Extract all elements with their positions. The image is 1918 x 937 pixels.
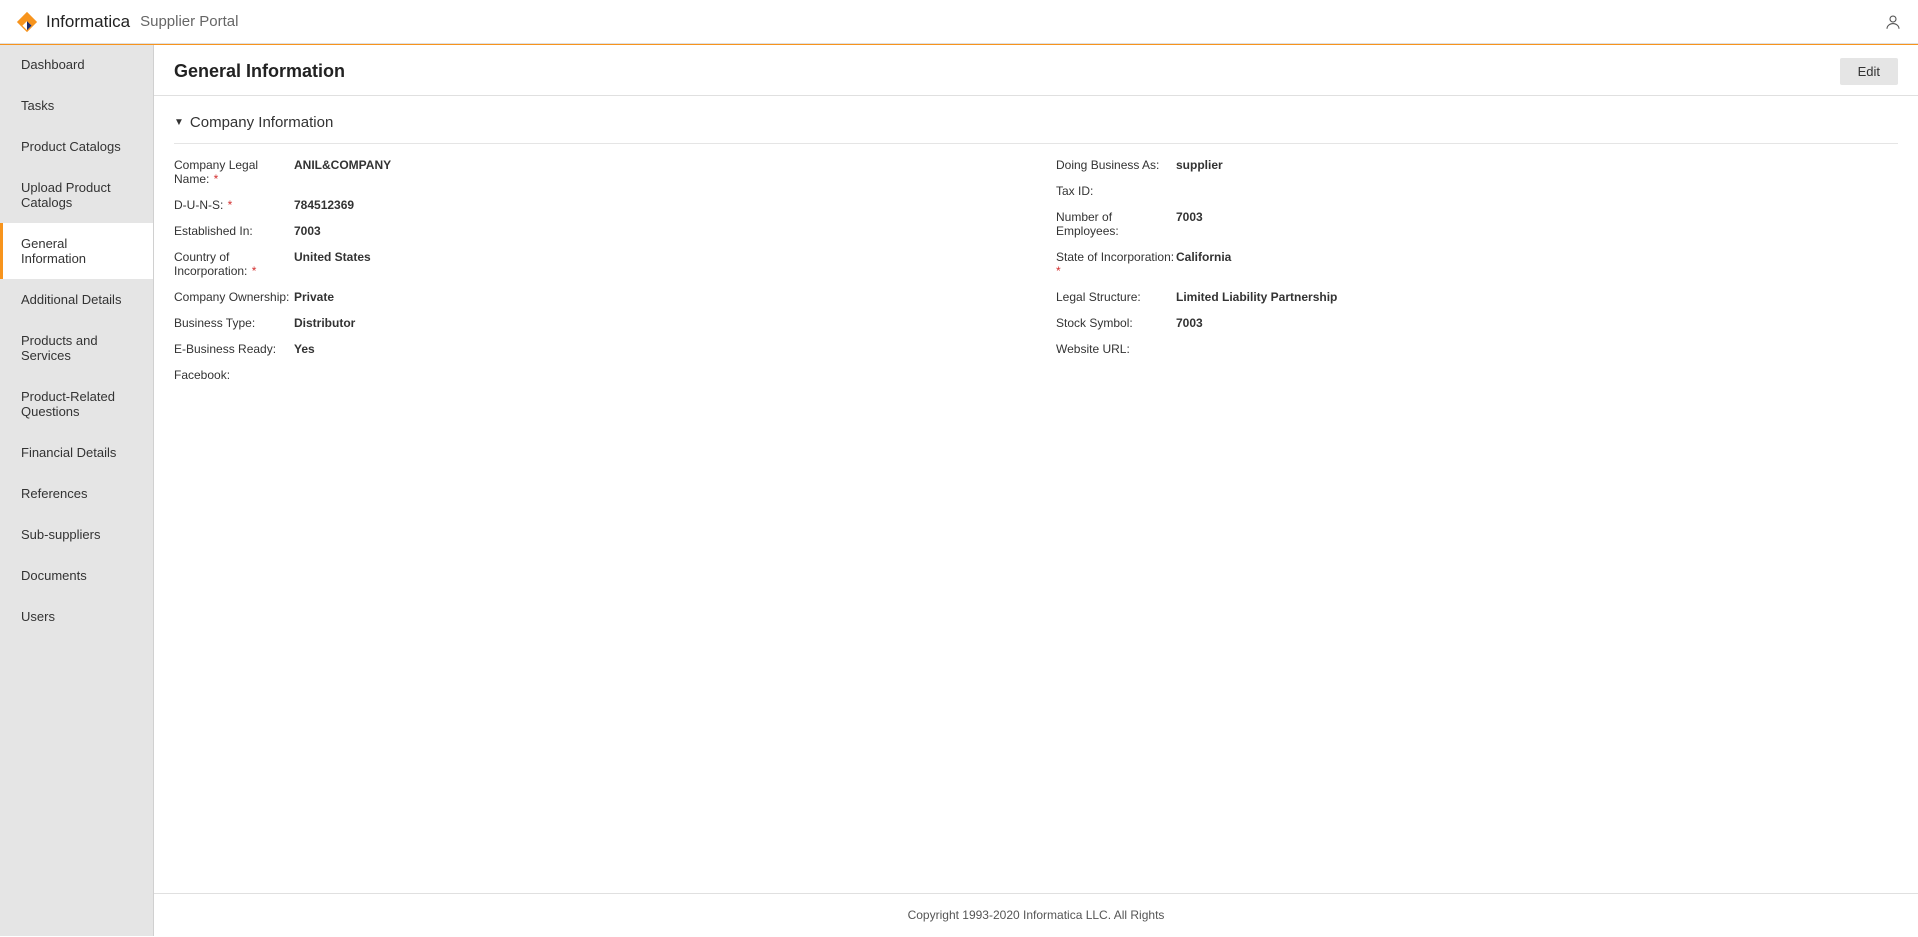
field-row: D-U-N-S: *784512369 — [174, 198, 1016, 212]
required-mark: * — [1056, 264, 1061, 278]
field-value: Distributor — [294, 316, 355, 330]
field-value: Private — [294, 290, 334, 304]
field-label: Company Legal Name: * — [174, 158, 294, 186]
user-icon[interactable] — [1884, 13, 1902, 31]
field-value: 784512369 — [294, 198, 354, 212]
field-row: State of Incorporation: *California — [1056, 250, 1898, 278]
field-row: Stock Symbol:7003 — [1056, 316, 1898, 330]
field-label: Number of Employees: — [1056, 210, 1176, 238]
field-label: State of Incorporation: * — [1056, 250, 1176, 278]
sidebar-item-label: References — [21, 486, 87, 501]
field-row: Number of Employees:7003 — [1056, 210, 1898, 238]
sidebar-item-label: Sub-suppliers — [21, 527, 101, 542]
section-title: Company Information — [190, 114, 333, 131]
required-mark: * — [248, 264, 256, 278]
field-label: Business Type: — [174, 316, 294, 330]
field-label: Company Ownership: — [174, 290, 294, 304]
brand-name: Informatica — [46, 12, 130, 32]
field-row: Doing Business As:supplier — [1056, 158, 1898, 172]
field-row: Established In:7003 — [174, 224, 1016, 238]
informatica-logo-icon — [16, 11, 38, 33]
field-label: Legal Structure: — [1056, 290, 1176, 304]
field-label: Stock Symbol: — [1056, 316, 1176, 330]
sidebar: Dashboard Tasks Product Catalogs Upload Pro… — [0, 44, 154, 936]
required-mark: * — [224, 198, 232, 212]
sidebar-item-tasks[interactable]: Tasks — [0, 85, 153, 126]
sidebar-item-users[interactable]: Users — [0, 596, 153, 637]
sidebar-item-references[interactable]: References — [0, 473, 153, 514]
sidebar-item-label: Product-Related Questions — [21, 389, 115, 419]
app-header: Informatica Supplier Portal — [0, 0, 1918, 44]
field-value: Yes — [294, 342, 315, 356]
brand-logo: Informatica — [16, 11, 130, 33]
field-label: Facebook: — [174, 368, 294, 382]
field-value: ANIL&COMPANY — [294, 158, 391, 186]
field-label: E-Business Ready: — [174, 342, 294, 356]
sidebar-item-label: Financial Details — [21, 445, 116, 460]
section-toggle[interactable]: ▼ Company Information — [174, 114, 1898, 144]
sidebar-item-dashboard[interactable]: Dashboard — [0, 44, 153, 85]
field-label: Tax ID: — [1056, 184, 1176, 198]
field-value: 7003 — [1176, 316, 1203, 330]
sidebar-item-label: Upload Product Catalogs — [21, 180, 111, 210]
field-row: Company Ownership:Private — [174, 290, 1016, 304]
sidebar-item-label: Users — [21, 609, 55, 624]
field-row: Tax ID: — [1056, 184, 1898, 198]
sidebar-item-label: Product Catalogs — [21, 139, 121, 154]
field-value: California — [1176, 250, 1231, 278]
field-label: Website URL: — [1056, 342, 1176, 356]
sidebar-item-additional-details[interactable]: Additional Details — [0, 279, 153, 320]
field-row: Website URL: — [1056, 342, 1898, 356]
edit-button[interactable]: Edit — [1840, 58, 1898, 85]
sidebar-item-label: Additional Details — [21, 292, 121, 307]
field-value: Limited Liability Partnership — [1176, 290, 1337, 304]
field-row: Legal Structure:Limited Liability Partne… — [1056, 290, 1898, 304]
sidebar-item-label: General Information — [21, 236, 86, 266]
field-label: Established In: — [174, 224, 294, 238]
sidebar-item-documents[interactable]: Documents — [0, 555, 153, 596]
main-content: General Information Edit ▼ Company Infor… — [154, 44, 1918, 936]
page-title: General Information — [174, 61, 345, 82]
field-row: Country of Incorporation: *United States — [174, 250, 1016, 278]
portal-name: Supplier Portal — [140, 13, 238, 30]
required-mark: * — [210, 172, 218, 186]
field-label: D-U-N-S: * — [174, 198, 294, 212]
sidebar-item-label: Tasks — [21, 98, 54, 113]
sidebar-item-product-catalogs[interactable]: Product Catalogs — [0, 126, 153, 167]
sidebar-item-product-related-questions[interactable]: Product-Related Questions — [0, 376, 153, 432]
field-row: Business Type:Distributor — [174, 316, 1016, 330]
field-row: Company Legal Name: *ANIL&COMPANY — [174, 158, 1016, 186]
sidebar-item-label: Documents — [21, 568, 87, 583]
field-value: supplier — [1176, 158, 1223, 172]
sidebar-item-sub-suppliers[interactable]: Sub-suppliers — [0, 514, 153, 555]
field-value: 7003 — [1176, 210, 1203, 238]
sidebar-item-products-and-services[interactable]: Products and Services — [0, 320, 153, 376]
sidebar-item-upload-product-catalogs[interactable]: Upload Product Catalogs — [0, 167, 153, 223]
content-area: ▼ Company Information Company Legal Name… — [154, 96, 1918, 893]
field-value: United States — [294, 250, 371, 278]
field-column-left: Company Legal Name: *ANIL&COMPANYD-U-N-S… — [174, 158, 1016, 394]
field-row: E-Business Ready:Yes — [174, 342, 1016, 356]
footer: Copyright 1993-2020 Informatica LLC. All… — [154, 893, 1918, 936]
sidebar-item-financial-details[interactable]: Financial Details — [0, 432, 153, 473]
sidebar-item-label: Products and Services — [21, 333, 98, 363]
field-grid: Company Legal Name: *ANIL&COMPANYD-U-N-S… — [174, 158, 1898, 394]
page-header: General Information Edit — [154, 44, 1918, 96]
field-value: 7003 — [294, 224, 321, 238]
field-label: Country of Incorporation: * — [174, 250, 294, 278]
sidebar-item-general-information[interactable]: General Information — [0, 223, 153, 279]
field-row: Facebook: — [174, 368, 1016, 382]
chevron-down-icon: ▼ — [174, 117, 184, 128]
field-label: Doing Business As: — [1056, 158, 1176, 172]
field-column-right: Doing Business As:supplierTax ID:Number … — [1056, 158, 1898, 394]
sidebar-item-label: Dashboard — [21, 57, 85, 72]
